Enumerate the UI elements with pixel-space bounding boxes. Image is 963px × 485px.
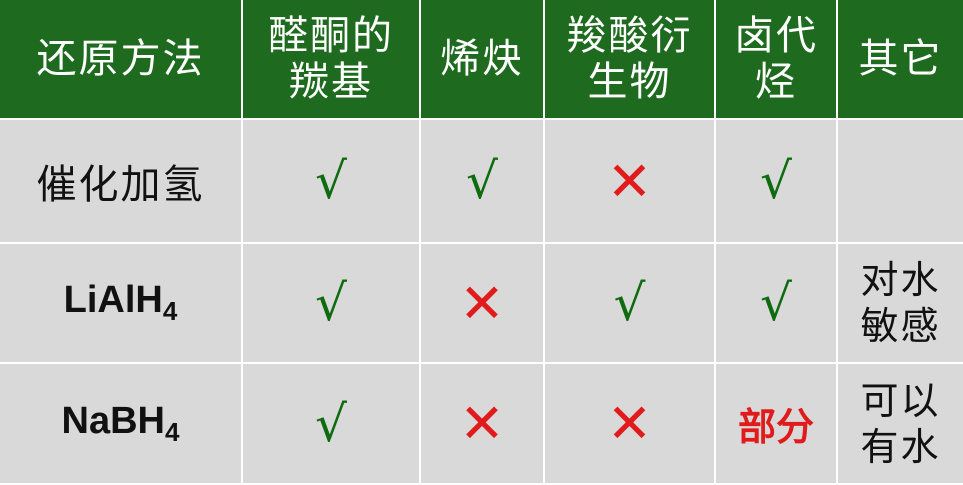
check-icon: √ <box>613 274 646 332</box>
cross-icon: ✕ <box>606 149 653 213</box>
cell-r1-carbonyl: √ <box>243 120 421 244</box>
row-label-nabh4: NaBH4 <box>0 364 243 485</box>
cell-r2-haloalkane: √ <box>716 244 838 364</box>
cell-r3-carboxylic: ✕ <box>545 364 716 485</box>
method-label: 催化加氢 <box>36 162 205 208</box>
header-haloalkane-line1: 卤代 <box>734 13 818 59</box>
method-label: NaBH4 <box>62 400 180 448</box>
note-line1: 对水 <box>860 258 941 302</box>
cell-r3-other: 可以 有水 <box>838 364 963 485</box>
cell-r1-haloalkane: √ <box>716 120 838 244</box>
cell-r2-alkene: ✕ <box>421 244 545 364</box>
check-icon: √ <box>315 274 347 332</box>
note-line2: 有水 <box>860 424 941 469</box>
check-icon: √ <box>760 274 792 332</box>
formula-subscript: 4 <box>165 416 180 447</box>
formula-base: LiAlH <box>63 279 163 321</box>
header-method: 还原方法 <box>0 0 243 120</box>
cell-r3-carbonyl: √ <box>243 364 421 485</box>
cell-r2-carboxylic: √ <box>545 244 716 364</box>
header-carbonyl: 醛酮的 羰基 <box>243 0 421 120</box>
partial-label: 部分 <box>737 405 814 449</box>
formula-subscript: 4 <box>162 296 178 326</box>
row-label-catalytic-hydrogenation: 催化加氢 <box>0 120 243 244</box>
reduction-methods-table: 还原方法 醛酮的 羰基 烯炔 羧酸衍 生物 卤代 烃 其它 催化加氢 √ √ ✕… <box>0 0 963 485</box>
header-alkene-alkyne: 烯炔 <box>421 0 545 120</box>
formula-base: NaBH <box>61 399 165 442</box>
cell-r2-carbonyl: √ <box>243 244 421 364</box>
note-line1: 可以 <box>860 378 941 423</box>
header-carboxylic-derivatives: 羧酸衍 生物 <box>545 0 716 120</box>
cell-r1-carboxylic: ✕ <box>545 120 716 244</box>
note-line2: 敏感 <box>860 304 941 348</box>
header-carboxylic-line2: 生物 <box>587 59 672 105</box>
header-carbonyl-line2: 羰基 <box>289 59 373 105</box>
cell-r3-haloalkane: 部分 <box>716 364 838 485</box>
cross-icon: ✕ <box>606 392 653 455</box>
check-icon: √ <box>315 152 347 210</box>
cell-r2-other: 对水 敏感 <box>838 244 963 364</box>
method-label: LiAlH4 <box>64 279 178 327</box>
check-icon: √ <box>466 152 498 210</box>
header-method-text: 还原方法 <box>36 36 205 82</box>
row-label-lialh4: LiAlH4 <box>0 244 243 364</box>
header-carboxylic-line1: 羧酸衍 <box>566 13 693 59</box>
check-icon: √ <box>315 394 347 453</box>
check-icon: √ <box>760 152 792 210</box>
header-haloalkane-line2: 烃 <box>755 59 797 105</box>
header-carbonyl-line1: 醛酮的 <box>268 13 394 59</box>
cell-r1-other <box>838 120 963 244</box>
cross-icon: ✕ <box>459 392 505 455</box>
header-other-text: 其它 <box>858 36 943 82</box>
header-alkene-alkyne-text: 烯炔 <box>440 36 524 82</box>
cell-r1-alkene: √ <box>421 120 545 244</box>
cell-r3-alkene: ✕ <box>421 364 545 485</box>
cross-icon: ✕ <box>459 271 505 335</box>
header-haloalkane: 卤代 烃 <box>716 0 838 120</box>
header-other: 其它 <box>838 0 963 120</box>
